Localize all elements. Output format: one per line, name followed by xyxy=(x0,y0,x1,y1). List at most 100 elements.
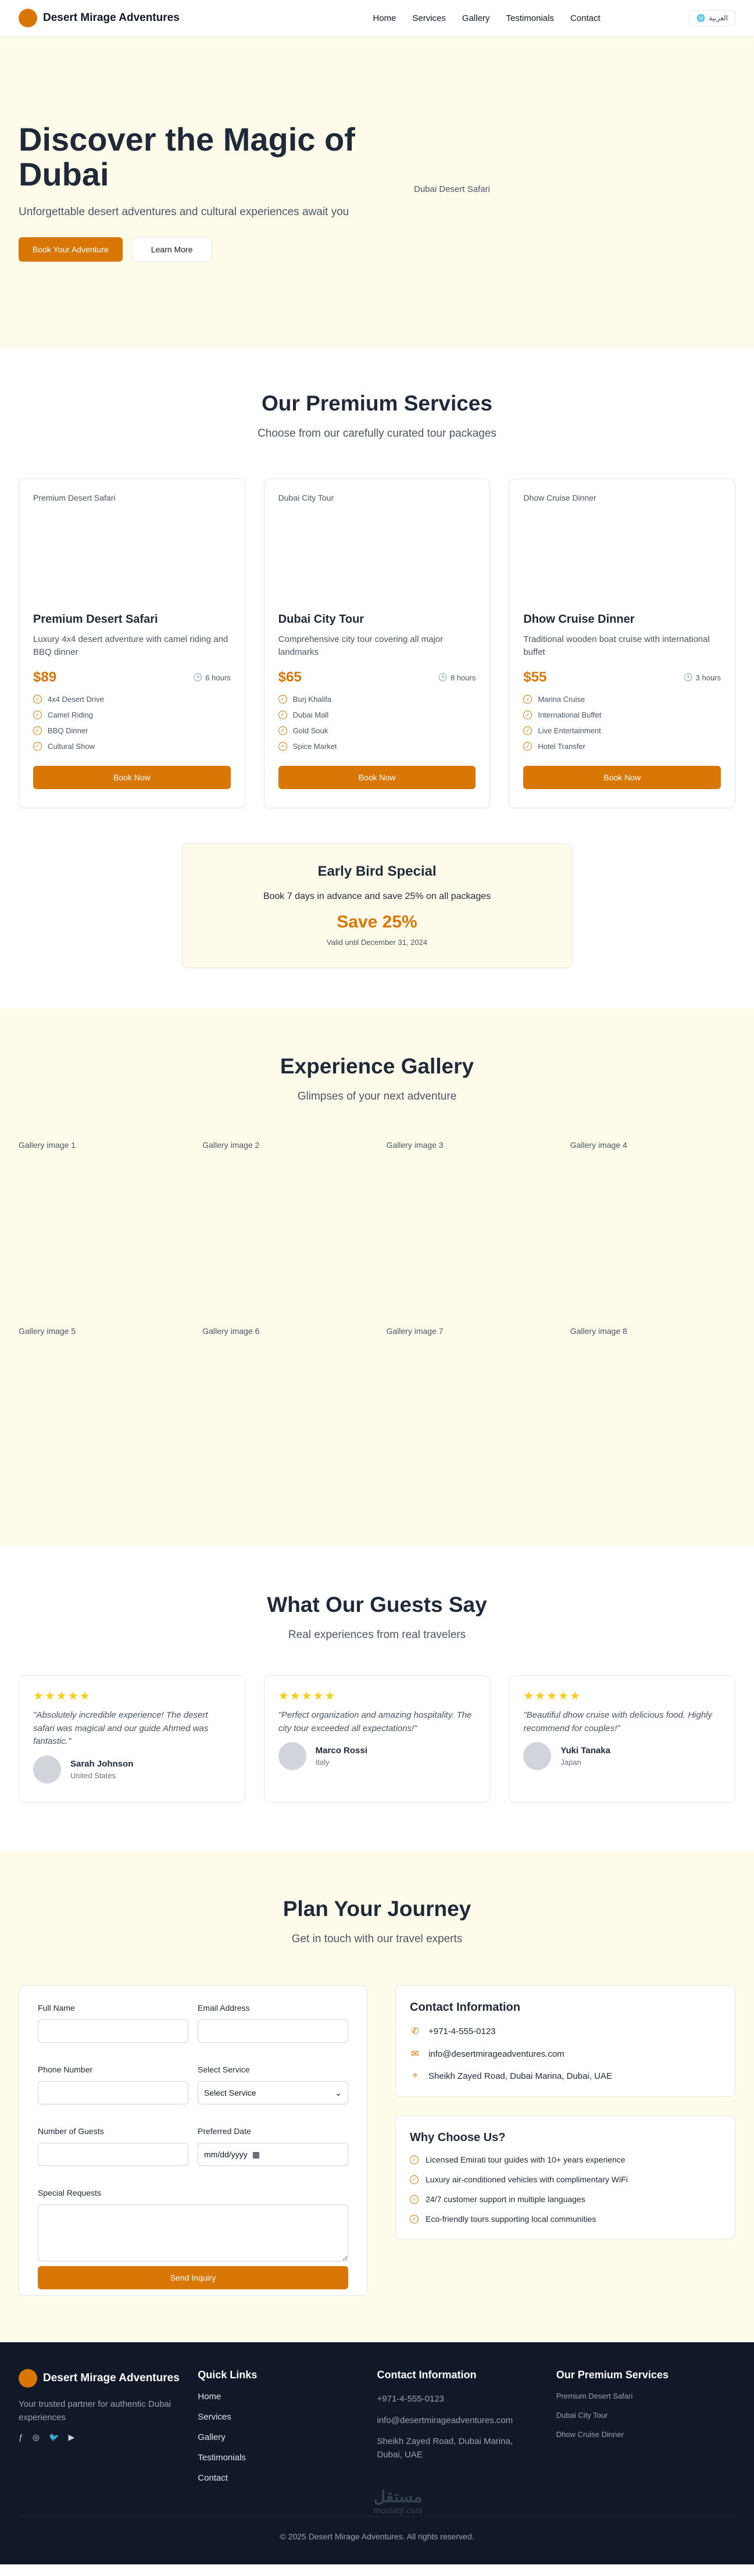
twitter-icon[interactable]: 🐦 xyxy=(49,2432,59,2442)
clock-icon: 🕒 xyxy=(683,673,693,682)
footer-link-services[interactable]: Services xyxy=(198,2412,377,2422)
avatar xyxy=(33,1755,61,1783)
phone-label: Phone Number xyxy=(38,2065,93,2074)
book-now-button[interactable]: Book Now xyxy=(33,766,231,789)
site-header: Desert Mirage Adventures Home Services G… xyxy=(0,0,754,36)
footer-logo[interactable]: Desert Mirage Adventures xyxy=(19,2369,198,2388)
learn-more-button[interactable]: Learn More xyxy=(131,237,212,262)
hero-content: Discover the Magic of Dubai Unforgettabl… xyxy=(19,122,391,262)
facebook-icon[interactable]: ƒ xyxy=(19,2432,23,2442)
feature-text: Cultural Show xyxy=(48,742,95,751)
gallery-image[interactable]: Gallery image 8 xyxy=(570,1326,735,1494)
guests-input[interactable] xyxy=(38,2143,188,2166)
service-description: Luxury 4x4 desert adventure with camel r… xyxy=(33,634,228,657)
footer-phone: +971-4-555-0123 xyxy=(377,2394,445,2404)
footer-contact-col: Contact Information +971-4-555-0123 info… xyxy=(377,2369,556,2483)
footer-link-gallery[interactable]: Gallery xyxy=(198,2432,377,2442)
footer-link-testimonials[interactable]: Testimonials xyxy=(198,2453,377,2463)
price-row: $89 🕒 6 hours xyxy=(33,669,231,686)
footer-email[interactable]: info@desertmirageadventures.com xyxy=(377,2414,528,2428)
check-circle-icon: ✓ xyxy=(523,742,533,751)
brand-logo[interactable]: Desert Mirage Adventures xyxy=(19,9,180,27)
requests-label: Special Requests xyxy=(38,2188,101,2197)
service-cards: Premium Desert Safari Premium Desert Saf… xyxy=(19,479,736,808)
footer-service-item[interactable]: Premium Desert Safari xyxy=(556,2392,735,2400)
clock-icon: 🕒 xyxy=(193,673,203,682)
book-adventure-button[interactable]: Book Your Adventure xyxy=(19,237,123,262)
feature-text: Dubai Mall xyxy=(292,711,329,719)
nav-testimonials[interactable]: Testimonials xyxy=(506,13,554,23)
nav-home[interactable]: Home xyxy=(373,13,396,23)
feature-item: ✓ Camel Riding xyxy=(33,711,231,719)
requests-group: Special Requests xyxy=(38,2188,348,2261)
nav-contact[interactable]: Contact xyxy=(570,13,601,23)
services-title: Our Premium Services xyxy=(262,391,492,415)
book-now-button[interactable]: Book Now xyxy=(523,766,721,789)
feature-text: Live Entertainment xyxy=(538,726,601,735)
duration-text: 8 hours xyxy=(450,673,476,682)
info-column: Contact Information ✆ +971-4-555-0123 ✉ in… xyxy=(395,1985,735,2296)
date-input[interactable]: mm/dd/yyyy ▦ xyxy=(198,2143,348,2166)
gallery-image[interactable]: Gallery image 3 xyxy=(387,1140,552,1308)
footer-address: Sheikh Zayed Road, Dubai Marina, Dubai, … xyxy=(377,2436,513,2460)
date-placeholder: mm/dd/yyyy xyxy=(204,2150,248,2159)
gallery-image[interactable]: Gallery image 6 xyxy=(202,1326,367,1494)
footer-link-contact[interactable]: Contact xyxy=(198,2473,377,2483)
check-circle-icon: ✓ xyxy=(33,695,42,704)
phone-text: +971-4-555-0123 xyxy=(428,2026,496,2036)
author-name: Sarah Johnson xyxy=(70,1758,134,1769)
instagram-icon[interactable]: ◎ xyxy=(33,2432,40,2442)
feature-list: ✓ Burj Khalifa ✓ Dubai Mall ✓ Gold Souk ✓ Sp… xyxy=(278,695,476,751)
footer-brand-name: Desert Mirage Adventures xyxy=(43,2372,180,2384)
email-label: Email Address xyxy=(198,2003,250,2013)
author-location: United States xyxy=(70,1771,116,1780)
gallery-image[interactable]: Gallery image 5 xyxy=(19,1326,184,1494)
star-rating: ★★★★★ xyxy=(33,1690,91,1703)
why-text: 24/7 customer support in multiple langua… xyxy=(426,2195,585,2204)
youtube-icon[interactable]: ▶ xyxy=(68,2432,74,2442)
gallery-image[interactable]: Gallery image 2 xyxy=(202,1140,367,1308)
book-now-button[interactable]: Book Now xyxy=(278,766,476,789)
nav-services[interactable]: Services xyxy=(412,13,446,23)
footer-service-item[interactable]: Dhow Cruise Dinner xyxy=(556,2430,735,2439)
footer-link-home[interactable]: Home xyxy=(198,2392,377,2402)
mail-icon: ✉ xyxy=(411,2049,419,2059)
early-bird-banner: Early Bird Special Book 7 days in advanc… xyxy=(181,843,573,968)
email-input[interactable] xyxy=(198,2020,348,2043)
service-select-value: Select Service xyxy=(204,2088,256,2097)
footer-tagline: Your trusted partner for authentic Dubai… xyxy=(19,2399,171,2422)
send-inquiry-button[interactable]: Send Inquiry xyxy=(38,2266,348,2289)
star-rating: ★★★★★ xyxy=(523,1690,581,1703)
service-duration: 🕒 3 hours xyxy=(683,673,721,682)
feature-item: ✓ 4x4 Desert Drive xyxy=(33,695,231,704)
contact-info-box: Contact Information ✆ +971-4-555-0123 ✉ in… xyxy=(395,1985,735,2097)
guests-label: Number of Guests xyxy=(38,2127,104,2136)
why-text: Licensed Emirati tour guides with 10+ ye… xyxy=(426,2155,626,2164)
service-title: Premium Desert Safari xyxy=(33,613,158,626)
phone-group: Phone Number xyxy=(38,2065,188,2104)
services-section: Our Premium Services Choose from our car… xyxy=(0,348,754,1009)
why-item: ✓ Eco-friendly tours supporting local com… xyxy=(410,2214,721,2224)
feature-text: BBQ Dinner xyxy=(48,726,88,735)
service-card: Dhow Cruise Dinner Dhow Cruise Dinner Tr… xyxy=(509,479,736,808)
testimonial-cards: ★★★★★ "Absolutely incredible experience!… xyxy=(19,1675,736,1803)
author-name: Marco Rossi xyxy=(315,1746,367,1756)
footer-brand-col: Desert Mirage Adventures Your trusted pa… xyxy=(19,2369,198,2483)
service-select[interactable]: Select Service ⌄ xyxy=(198,2081,348,2104)
gallery-image[interactable]: Gallery image 4 xyxy=(570,1140,735,1308)
testimonial-author: Sarah Johnson United States xyxy=(33,1755,231,1783)
address-text: Sheikh Zayed Road, Dubai Marina, Dubai, … xyxy=(428,2071,612,2081)
feature-item: ✓ Dubai Mall xyxy=(278,711,476,719)
gallery-image[interactable]: Gallery image 7 xyxy=(387,1326,552,1494)
hero-subtitle: Unforgettable desert adventures and cult… xyxy=(19,206,349,219)
nav-gallery[interactable]: Gallery xyxy=(462,13,490,23)
language-toggle-button[interactable]: 🌐 العربية xyxy=(689,10,735,26)
phone-input[interactable] xyxy=(38,2081,188,2104)
check-circle-icon: ✓ xyxy=(523,726,533,735)
footer-service-item[interactable]: Dubai City Tour xyxy=(556,2411,735,2420)
gallery-grid: Gallery image 1 Gallery image 2 Gallery … xyxy=(19,1140,735,1494)
gallery-image[interactable]: Gallery image 1 xyxy=(19,1140,184,1308)
requests-textarea[interactable] xyxy=(38,2204,348,2261)
full-name-input[interactable] xyxy=(38,2020,188,2043)
testimonials-section: What Our Guests Say Real experiences fro… xyxy=(0,1545,754,1851)
